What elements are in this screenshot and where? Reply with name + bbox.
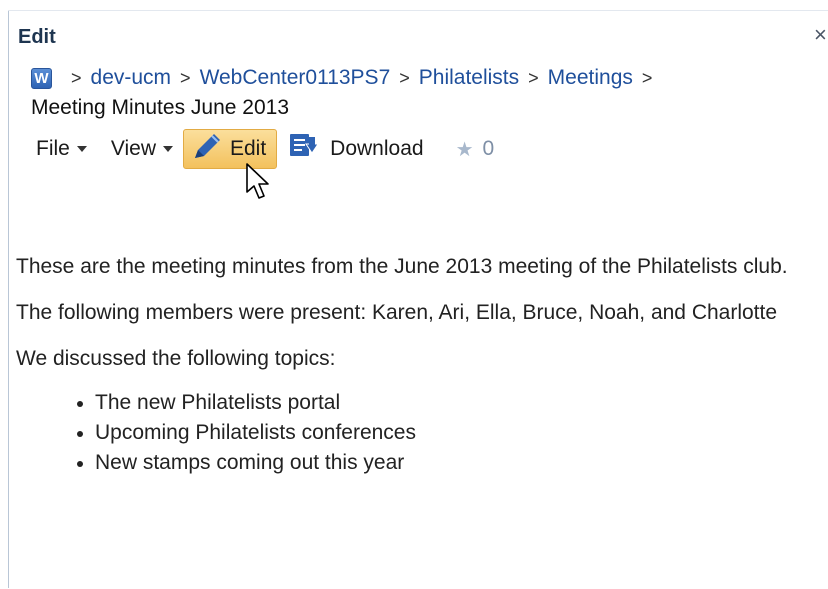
edit-dialog: Edit × W > dev-ucm > WebCenter0113PS7 > …: [0, 0, 828, 589]
mouse-pointer-icon: [246, 163, 269, 199]
dialog-top-border: [8, 10, 828, 11]
breadcrumb-separator: >: [528, 67, 539, 88]
close-icon[interactable]: ×: [814, 22, 827, 48]
breadcrumb-item-philatelists[interactable]: Philatelists: [419, 66, 519, 90]
document-title: Meeting Minutes June 2013: [31, 96, 289, 119]
breadcrumb-item-dev-ucm[interactable]: dev-ucm: [91, 66, 172, 90]
chevron-down-icon: [76, 146, 87, 152]
breadcrumb-separator: >: [399, 67, 410, 88]
pencil-icon: [192, 132, 222, 166]
paragraph-intro: These are the meeting minutes from the J…: [16, 255, 788, 278]
breadcrumb-separator: >: [641, 67, 653, 88]
topics-list: The new Philatelists portal Upcoming Phi…: [16, 388, 816, 478]
view-menu-label: View: [110, 137, 156, 160]
download-button[interactable]: Download: [285, 133, 427, 165]
edit-button-label: Edit: [229, 137, 267, 160]
paragraph-topics-heading: We discussed the following topics:: [16, 347, 336, 370]
dialog-title: Edit: [18, 26, 56, 48]
breadcrumb-separator: >: [180, 67, 191, 88]
rating[interactable]: ★ 0: [456, 137, 495, 162]
paragraph-attendees: The following members were present: Kare…: [16, 301, 778, 324]
breadcrumb: W > dev-ucm > WebCenter0113PS7 > Philate…: [31, 64, 661, 92]
breadcrumb-item-webcenter[interactable]: WebCenter0113PS7: [200, 66, 391, 90]
rating-count: 0: [482, 137, 495, 160]
list-item: New stamps coming out this year: [77, 448, 816, 478]
file-menu-label: File: [36, 137, 70, 160]
breadcrumb-item-meetings[interactable]: Meetings: [548, 66, 633, 90]
document-content: These are the meeting minutes from the J…: [16, 252, 816, 478]
word-document-icon: W: [31, 67, 52, 89]
chevron-down-icon: [162, 146, 173, 152]
list-item: The new Philatelists portal: [77, 388, 816, 418]
star-icon: ★: [455, 138, 474, 161]
list-item: Upcoming Philatelists conferences: [77, 418, 816, 448]
dialog-left-border: [8, 10, 9, 588]
download-button-label: Download: [330, 137, 424, 160]
file-menu-button[interactable]: File: [30, 133, 93, 165]
download-icon: [289, 133, 320, 165]
view-menu-button[interactable]: View: [105, 133, 179, 165]
breadcrumb-separator: >: [71, 67, 82, 88]
